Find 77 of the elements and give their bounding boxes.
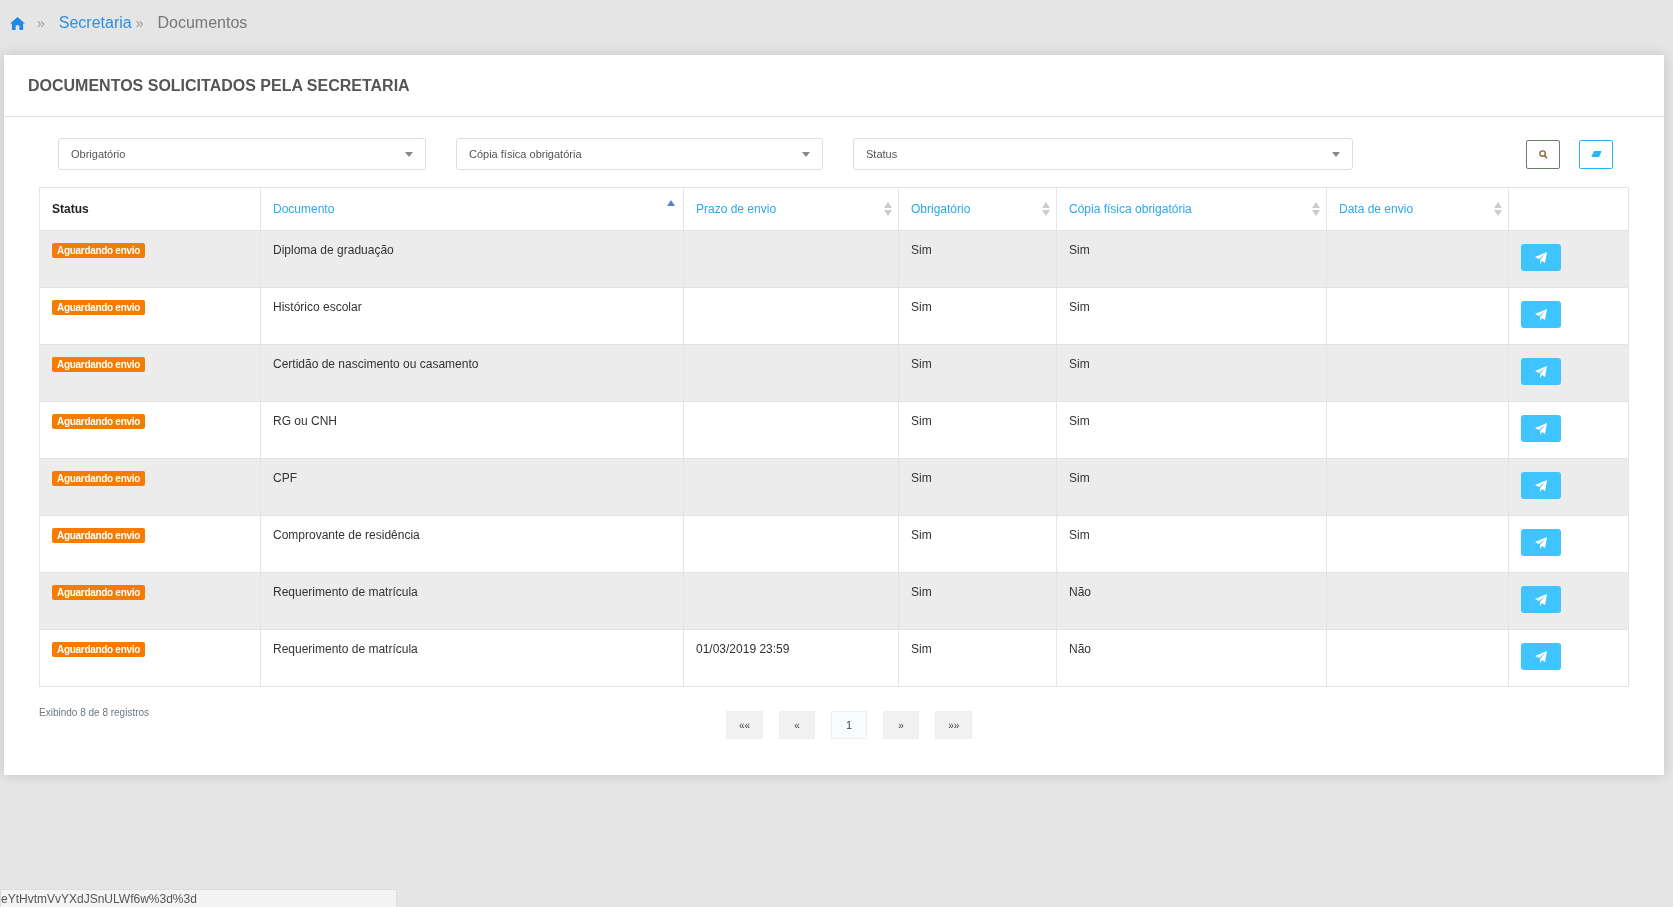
caret-icon: [405, 151, 413, 157]
paper-plane-icon: [1535, 593, 1547, 606]
filter-select[interactable]: Cópia física obrigatória: [456, 138, 823, 170]
send-button[interactable]: [1521, 358, 1561, 385]
sort-ascending-icon: [667, 200, 675, 206]
table-cell: Requerimento de matrícula: [273, 642, 418, 656]
page-button[interactable]: »»: [935, 711, 973, 739]
table-cell: Sim: [911, 471, 932, 485]
table-cell: Certidão de nascimento ou casamento: [273, 357, 479, 371]
table-cell: Histórico escolar: [273, 300, 362, 314]
table-cell: Comprovante de residência: [273, 528, 420, 542]
table-cell: Não: [1069, 585, 1091, 599]
table-cell: Sim: [1069, 243, 1090, 257]
breadcrumb-separator: »: [135, 15, 144, 31]
sort-icon: [1042, 202, 1050, 216]
paper-plane-icon: [1535, 650, 1547, 663]
table-cell: Sim: [1069, 471, 1090, 485]
page-button[interactable]: «: [779, 711, 816, 739]
eraser-icon: [1590, 151, 1602, 157]
send-button[interactable]: [1521, 643, 1561, 670]
table-cell: Sim: [911, 300, 932, 314]
paper-plane-icon: [1535, 536, 1547, 549]
paper-plane-icon: [1535, 365, 1547, 378]
table-cell: Sim: [1069, 357, 1090, 371]
table-cell: Sim: [911, 528, 932, 542]
records-info: Exibindo 8 de 8 registros: [39, 707, 150, 718]
table-cell: Sim: [911, 414, 932, 428]
send-button[interactable]: [1521, 301, 1561, 328]
send-button[interactable]: [1521, 586, 1561, 613]
table-cell: Sim: [1069, 528, 1090, 542]
status-badge: Aguardando envio: [52, 357, 145, 372]
send-button[interactable]: [1521, 415, 1561, 442]
table-cell: 01/03/2019 23:59: [696, 642, 790, 656]
page-button[interactable]: ««: [726, 711, 764, 739]
page-button[interactable]: »: [883, 711, 920, 739]
sort-icon: [1312, 202, 1320, 216]
table-cell: Sim: [911, 357, 932, 371]
sort-icon: [884, 202, 892, 216]
table-cell: Sim: [911, 585, 932, 599]
status-bar-url: eYtHvtmVvYXdJSnULWf6w%3d%3d: [0, 889, 397, 907]
table-cell: Sim: [911, 243, 932, 257]
panel-title: DOCUMENTOS SOLICITADOS PELA SECRETARIA: [28, 76, 410, 95]
caret-icon: [802, 151, 810, 157]
breadcrumb-separator: »: [37, 15, 45, 31]
caret-icon: [1332, 151, 1340, 157]
send-button[interactable]: [1521, 244, 1561, 271]
status-badge: Aguardando envio: [52, 642, 145, 657]
paper-plane-icon: [1535, 251, 1547, 264]
table-cell: Não: [1069, 642, 1091, 656]
paper-plane-icon: [1535, 479, 1547, 492]
status-badge: Aguardando envio: [52, 585, 145, 600]
filter-select[interactable]: Status: [853, 138, 1353, 170]
breadcrumb-current: Documentos: [157, 14, 248, 32]
send-button[interactable]: [1521, 529, 1561, 556]
page-button[interactable]: 1: [831, 711, 868, 739]
status-badge: Aguardando envio: [52, 300, 145, 315]
status-badge: Aguardando envio: [52, 243, 145, 258]
search-icon: [1538, 149, 1548, 159]
filter-select[interactable]: Obrigatório: [58, 138, 426, 170]
home-icon[interactable]: [10, 16, 25, 30]
table-cell: Sim: [1069, 414, 1090, 428]
paper-plane-icon: [1535, 308, 1547, 321]
paper-plane-icon: [1535, 422, 1547, 435]
search-button[interactable]: [1526, 139, 1560, 169]
table-cell: RG ou CNH: [273, 414, 337, 428]
sort-icon: [1494, 202, 1502, 216]
table-cell: Sim: [1069, 300, 1090, 314]
table-cell: Diploma de graduação: [273, 243, 394, 257]
table-cell: Sim: [911, 642, 932, 656]
clear-button[interactable]: [1579, 139, 1613, 169]
status-badge: Aguardando envio: [52, 414, 145, 429]
table-cell: Requerimento de matrícula: [273, 585, 418, 599]
status-badge: Aguardando envio: [52, 471, 145, 486]
table-cell: CPF: [273, 471, 297, 485]
send-button[interactable]: [1521, 472, 1561, 499]
column-header: Status: [39, 187, 261, 231]
status-badge: Aguardando envio: [52, 528, 145, 543]
